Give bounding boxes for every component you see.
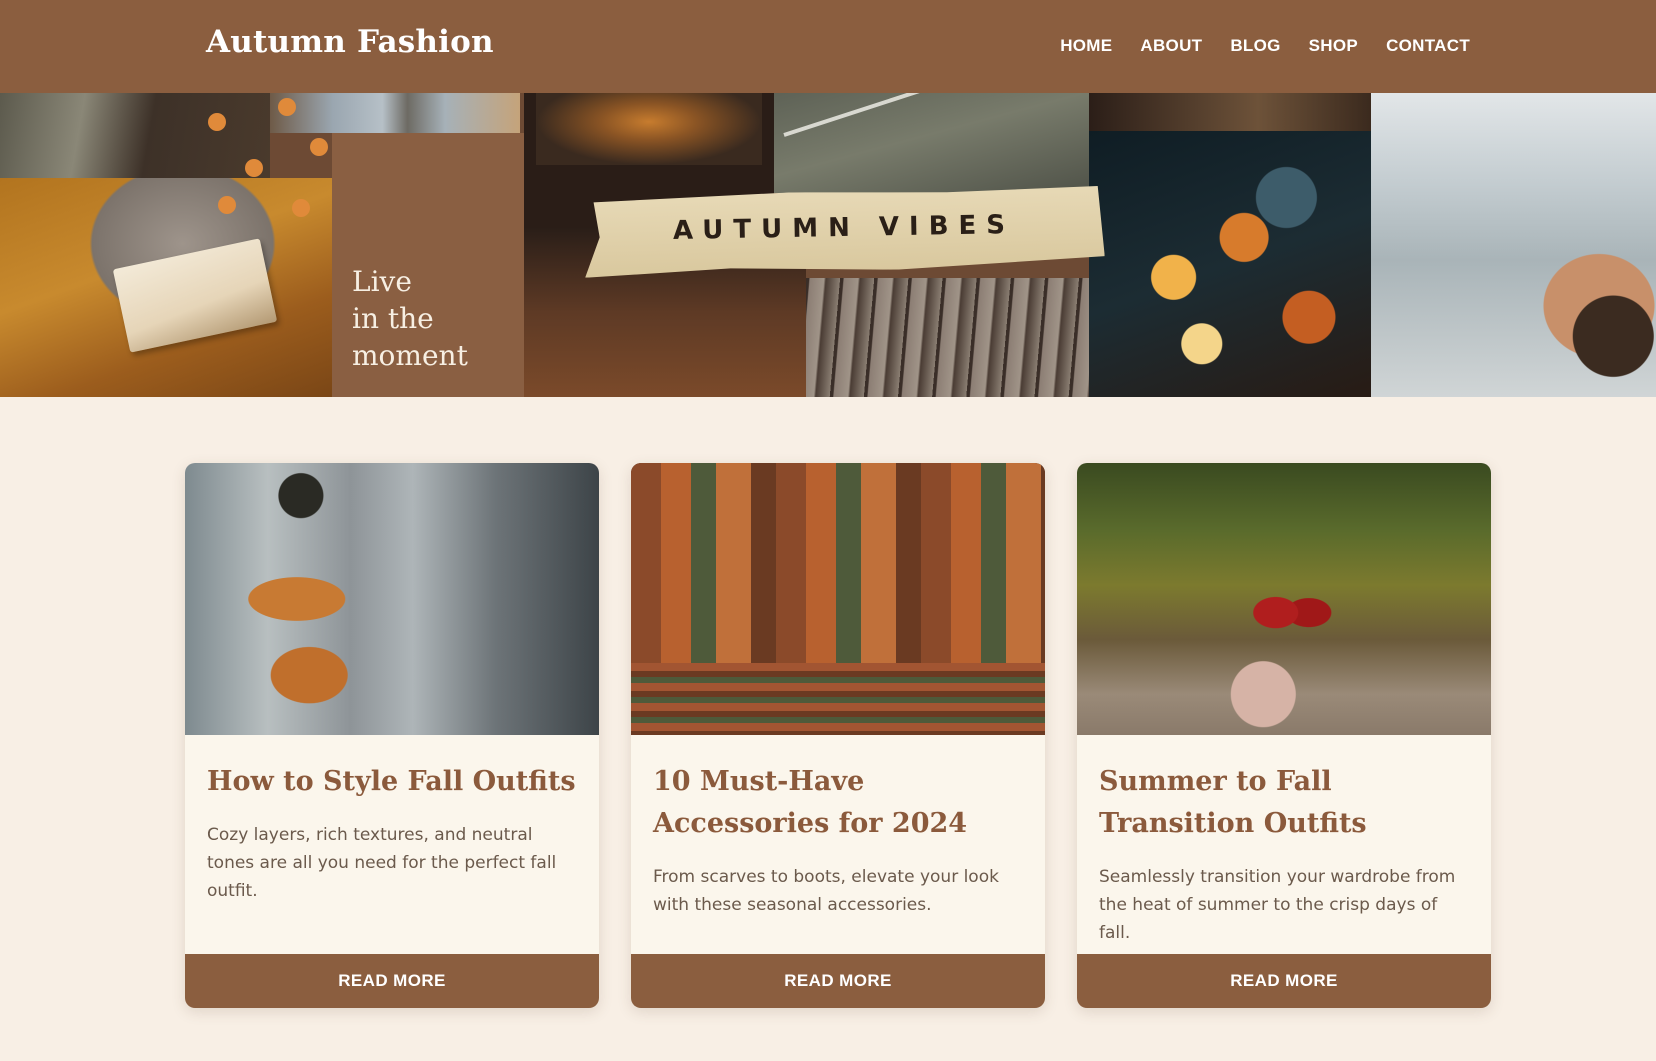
leaf-decoration (278, 98, 296, 116)
read-more-button[interactable]: READ MORE (1077, 954, 1491, 1008)
hero-trees-photo (806, 278, 1106, 397)
read-more-button[interactable]: READ MORE (631, 954, 1045, 1008)
nav-contact[interactable]: CONTACT (1386, 36, 1470, 56)
hero-collage: Live in the moment AUTUMN VIBES (0, 93, 1656, 397)
hero-quote-panel: Live in the moment (332, 133, 542, 397)
leaf-decoration (218, 196, 236, 214)
leaf-decoration (310, 138, 328, 156)
site-logo[interactable]: Autumn Fashion (206, 24, 494, 60)
hero-jeans-photo (270, 93, 520, 133)
hero-rain-window-photo (1371, 93, 1656, 397)
quote-line-2: in the (352, 302, 434, 335)
quote-line-3: moment (352, 339, 468, 372)
card-excerpt: Seamlessly transition your wardrobe from… (1099, 867, 1456, 943)
card-excerpt: From scarves to boots, elevate your look… (653, 867, 999, 915)
hero-quote: Live in the moment (352, 263, 468, 374)
card-image-two-women[interactable] (1077, 463, 1491, 735)
nav-home[interactable]: HOME (1060, 36, 1112, 56)
hero-bokeh-photo (1089, 131, 1371, 397)
hero-path-photo (0, 93, 270, 178)
card-image-clothing-rack[interactable] (631, 463, 1045, 735)
nav-shop[interactable]: SHOP (1309, 36, 1358, 56)
main-nav: HOME ABOUT BLOG SHOP CONTACT (1032, 36, 1470, 56)
blog-card-3: Summer to Fall Transition Outfits Seamle… (1077, 463, 1491, 1008)
blog-card-2: 10 Must-Have Accessories for 2024 From s… (631, 463, 1045, 1008)
read-more-button[interactable]: READ MORE (185, 954, 599, 1008)
card-title[interactable]: How to Style Fall Outfits (207, 761, 579, 803)
leaf-decoration (245, 159, 263, 177)
hero-road-photo (774, 93, 1094, 193)
hero-strip-photo (1089, 93, 1371, 131)
leaf-decoration (292, 199, 310, 217)
leaf-decoration (208, 113, 226, 131)
card-title[interactable]: 10 Must-Have Accessories for 2024 (653, 761, 1025, 845)
card-excerpt: Cozy layers, rich textures, and neutral … (207, 825, 557, 901)
card-image-coat-woman[interactable] (185, 463, 599, 735)
nav-blog[interactable]: BLOG (1230, 36, 1280, 56)
quote-line-1: Live (352, 265, 412, 298)
blog-card-1: How to Style Fall Outfits Cozy layers, r… (185, 463, 599, 1008)
nav-about[interactable]: ABOUT (1140, 36, 1202, 56)
card-title[interactable]: Summer to Fall Transition Outfits (1099, 761, 1471, 845)
site-header: Autumn Fashion HOME ABOUT BLOG SHOP CONT… (0, 0, 1656, 93)
